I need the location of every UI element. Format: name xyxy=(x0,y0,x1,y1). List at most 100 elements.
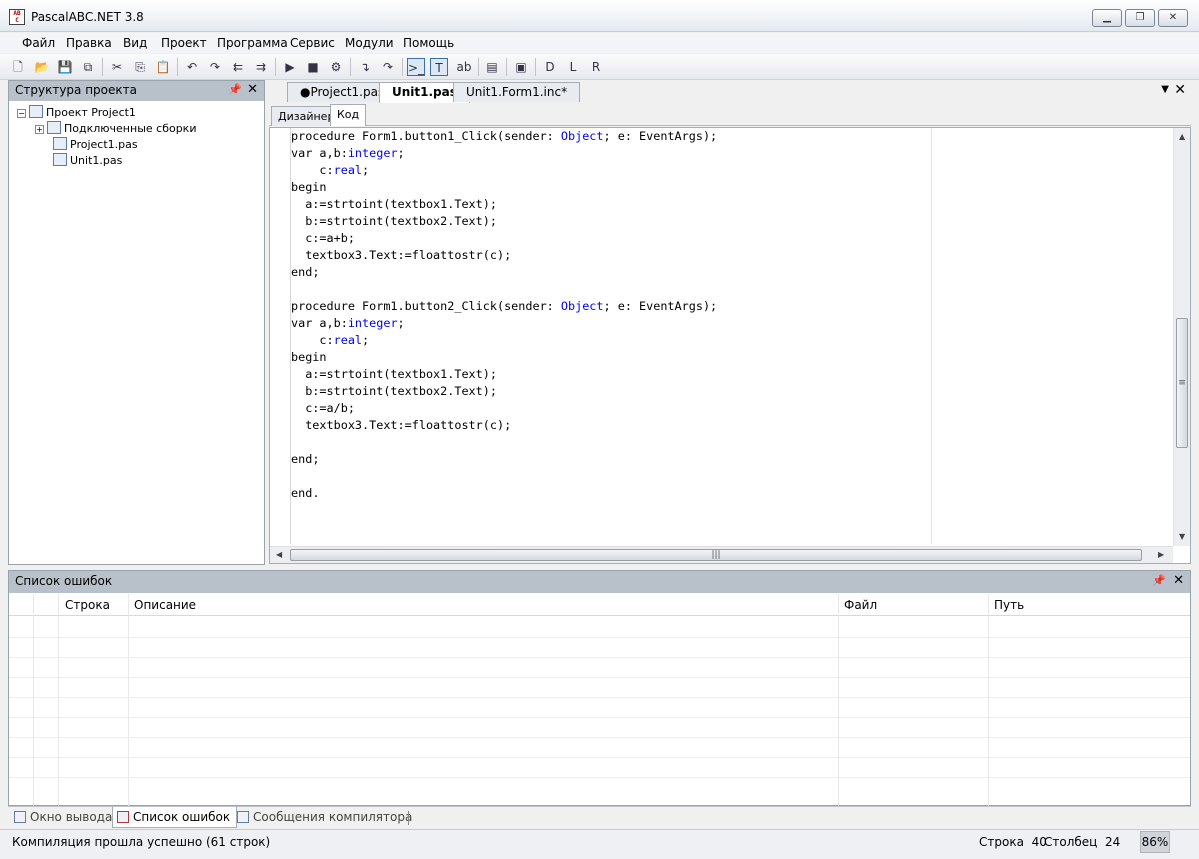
code-line[interactable]: var a,b:integer; xyxy=(291,145,717,162)
minimize-button[interactable]: ▁ xyxy=(1092,9,1122,27)
expand-icon[interactable]: + xyxy=(35,125,44,134)
code-line[interactable]: textbox3.Text:=floattostr(c); xyxy=(291,247,717,264)
code-type-token: real xyxy=(333,333,363,347)
close-icon[interactable]: ✕ xyxy=(247,82,258,97)
close-icon[interactable]: ✕ xyxy=(1173,573,1184,588)
menu-service[interactable]: Сервис xyxy=(290,36,335,50)
code-line[interactable]: b:=strtoint(textbox2.Text); xyxy=(291,213,717,230)
column-header-row[interactable]: Строка xyxy=(65,598,110,612)
stop-icon[interactable]: ■ xyxy=(304,58,322,76)
right-margin-line xyxy=(931,128,932,544)
redo-icon[interactable]: ↷ xyxy=(206,58,224,76)
step-into-icon[interactable]: ↴ xyxy=(356,58,374,76)
menu-project[interactable]: Проект xyxy=(161,36,207,50)
zoom-level[interactable]: 86% xyxy=(1140,831,1170,853)
code-type-token: integer xyxy=(347,146,398,160)
code-line[interactable]: c:real; xyxy=(291,332,717,349)
scroll-right-icon[interactable]: ▶ xyxy=(1158,550,1164,559)
text-icon[interactable]: T xyxy=(430,58,448,76)
code-line[interactable]: end; xyxy=(291,451,717,468)
horizontal-scroll-thumb[interactable]: ||| xyxy=(290,549,1142,561)
code-text[interactable]: procedure Form1.button1_Click(sender: Ob… xyxy=(291,128,717,502)
project-icon xyxy=(29,105,43,118)
code-icon[interactable]: ▣ xyxy=(512,58,530,76)
tree-node-unit1-pas[interactable]: Unit1.pas xyxy=(53,153,122,167)
code-line[interactable]: a:=strtoint(textbox1.Text); xyxy=(291,366,717,383)
save-all-icon[interactable]: ⧉ xyxy=(79,58,97,76)
close-window-button[interactable]: ✕ xyxy=(1158,9,1188,27)
menu-view[interactable]: Вид xyxy=(123,36,147,50)
scroll-down-icon[interactable]: ▼ xyxy=(1179,532,1185,541)
code-line[interactable] xyxy=(291,281,717,298)
code-line[interactable] xyxy=(291,434,717,451)
tab-code[interactable]: Код xyxy=(330,104,367,126)
paste-icon[interactable]: 📋 xyxy=(154,58,172,76)
vertical-scrollbar[interactable]: ▲ ≡ ▼ xyxy=(1173,128,1190,546)
menu-file[interactable]: Файл xyxy=(22,36,55,50)
code-line[interactable]: begin xyxy=(291,179,717,196)
cut-icon[interactable]: ✂ xyxy=(108,58,126,76)
comment-icon[interactable]: ⇇ xyxy=(229,58,247,76)
scroll-up-icon[interactable]: ▲ xyxy=(1179,132,1185,141)
copy-icon[interactable]: ⎘ xyxy=(131,58,149,76)
chevron-down-icon[interactable]: ▼ xyxy=(1161,84,1169,95)
tab-output-window[interactable]: Окно вывода xyxy=(10,807,118,828)
tab-unit1-form1-inc[interactable]: Unit1.Form1.inc* xyxy=(453,82,581,102)
tree-node-project[interactable]: − Проект Project1 xyxy=(17,105,136,119)
code-line[interactable]: a:=strtoint(textbox1.Text); xyxy=(291,196,717,213)
menu-bar: Файл Правка Вид Проект Программа Сервис … xyxy=(0,33,1199,53)
undo-icon[interactable]: ↶ xyxy=(183,58,201,76)
error-list-columns: Строка Описание Файл Путь xyxy=(9,594,1190,616)
step-over-icon[interactable]: ↷ xyxy=(379,58,397,76)
menu-program[interactable]: Программа xyxy=(217,36,288,50)
menu-help[interactable]: Помощь xyxy=(403,36,454,50)
tab-error-list[interactable]: Список ошибок xyxy=(112,807,238,828)
run-icon[interactable]: ▶ xyxy=(281,58,299,76)
uncomment-icon[interactable]: ⇉ xyxy=(252,58,270,76)
compiler-messages-icon xyxy=(237,811,249,823)
designer-icon[interactable]: D xyxy=(541,58,559,76)
pin-icon[interactable]: 📌 xyxy=(228,83,242,96)
code-line[interactable]: procedure Form1.button2_Click(sender: Ob… xyxy=(291,298,717,315)
menu-modules[interactable]: Модули xyxy=(345,36,394,50)
code-editor[interactable]: procedure Form1.button1_Click(sender: Ob… xyxy=(269,127,1191,564)
horizontal-scrollbar[interactable]: ◀ ||| ▶ xyxy=(270,546,1173,563)
column-header-file[interactable]: Файл xyxy=(844,598,877,612)
code-token: a:=strtoint(textbox1.Text); xyxy=(291,367,497,381)
code-line[interactable]: begin xyxy=(291,349,717,366)
close-icon[interactable]: ✕ xyxy=(1174,82,1186,98)
open-icon[interactable]: 📂 xyxy=(33,58,51,76)
output-window-icon[interactable]: >_ xyxy=(407,58,425,76)
code-line[interactable]: c:real; xyxy=(291,162,717,179)
right-icon[interactable]: R xyxy=(587,58,605,76)
code-line[interactable]: b:=strtoint(textbox2.Text); xyxy=(291,383,717,400)
vertical-scroll-thumb[interactable]: ≡ xyxy=(1176,318,1188,448)
code-line[interactable]: var a,b:integer; xyxy=(291,315,717,332)
new-file-icon[interactable]: 🗋 xyxy=(9,58,27,76)
abc-icon[interactable]: ab xyxy=(455,58,473,76)
column-header-description[interactable]: Описание xyxy=(134,598,196,612)
error-list-panel: Список ошибок 📌 ✕ Строка Описание Файл П… xyxy=(8,570,1191,806)
code-line[interactable]: procedure Form1.button1_Click(sender: Ob… xyxy=(291,128,717,145)
collapse-icon[interactable]: − xyxy=(17,109,26,118)
grid-line xyxy=(58,594,59,806)
tree-node-references[interactable]: + Подключенные сборки xyxy=(35,121,196,135)
scroll-left-icon[interactable]: ◀ xyxy=(276,550,282,559)
code-line[interactable]: c:=a/b; xyxy=(291,400,717,417)
tab-compiler-messages[interactable]: Сообщения компилятора xyxy=(233,807,418,828)
pin-icon[interactable]: 📌 xyxy=(1152,574,1166,587)
compile-icon[interactable]: ⚙ xyxy=(327,58,345,76)
code-keyword-token: end xyxy=(291,452,313,466)
code-line[interactable]: end. xyxy=(291,485,717,502)
code-line[interactable]: end; xyxy=(291,264,717,281)
save-icon[interactable]: 💾 xyxy=(56,58,74,76)
tree-node-project1-pas[interactable]: Project1.pas xyxy=(53,137,138,151)
code-line[interactable] xyxy=(291,468,717,485)
menu-edit[interactable]: Правка xyxy=(66,36,112,50)
maximize-button[interactable]: ❐ xyxy=(1125,9,1155,27)
form-icon[interactable]: ▤ xyxy=(483,58,501,76)
left-icon[interactable]: L xyxy=(564,58,582,76)
column-header-path[interactable]: Путь xyxy=(994,598,1024,612)
code-line[interactable]: c:=a+b; xyxy=(291,230,717,247)
code-line[interactable]: textbox3.Text:=floattostr(c); xyxy=(291,417,717,434)
